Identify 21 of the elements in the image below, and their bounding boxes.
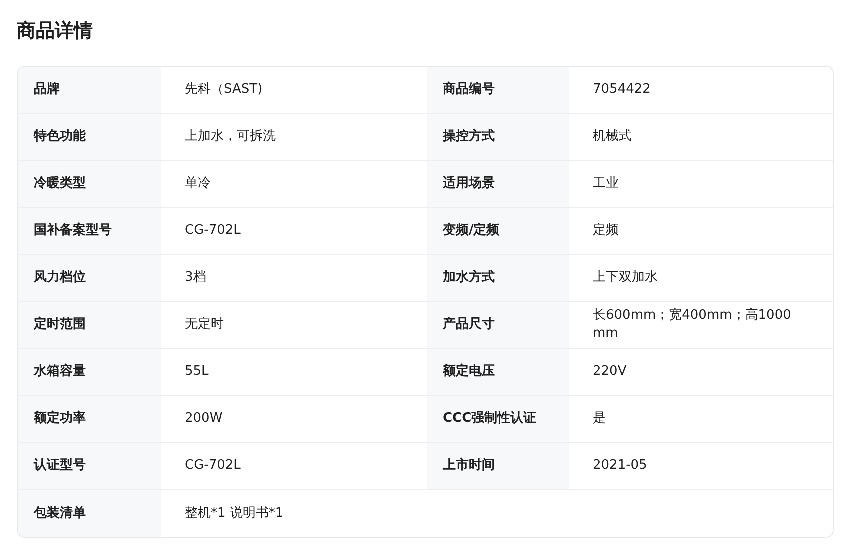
spec-label: 国补备案型号 <box>18 208 161 255</box>
spec-label: 额定功率 <box>18 396 161 443</box>
spec-label: 风力档位 <box>18 255 161 302</box>
spec-label: 上市时间 <box>427 443 569 490</box>
spec-label: 操控方式 <box>427 114 569 161</box>
spec-label: 特色功能 <box>18 114 161 161</box>
spec-label: 水箱容量 <box>18 349 161 396</box>
spec-label: 定时范围 <box>18 302 161 349</box>
spec-label: 额定电压 <box>427 349 569 396</box>
spec-label: 冷暖类型 <box>18 161 161 208</box>
spec-label: 加水方式 <box>427 255 569 302</box>
spec-label: 变频/定频 <box>427 208 569 255</box>
spec-value: 7054422 <box>569 67 833 114</box>
spec-label: 品牌 <box>18 67 161 114</box>
spec-label: 认证型号 <box>18 443 161 490</box>
page-title: 商品详情 <box>17 19 93 44</box>
spec-label: 产品尺寸 <box>427 302 569 349</box>
spec-label: 包装清单 <box>18 490 161 537</box>
spec-label: 适用场景 <box>427 161 569 208</box>
spec-label: CCC强制性认证 <box>427 396 569 443</box>
spec-label: 商品编号 <box>427 67 569 114</box>
